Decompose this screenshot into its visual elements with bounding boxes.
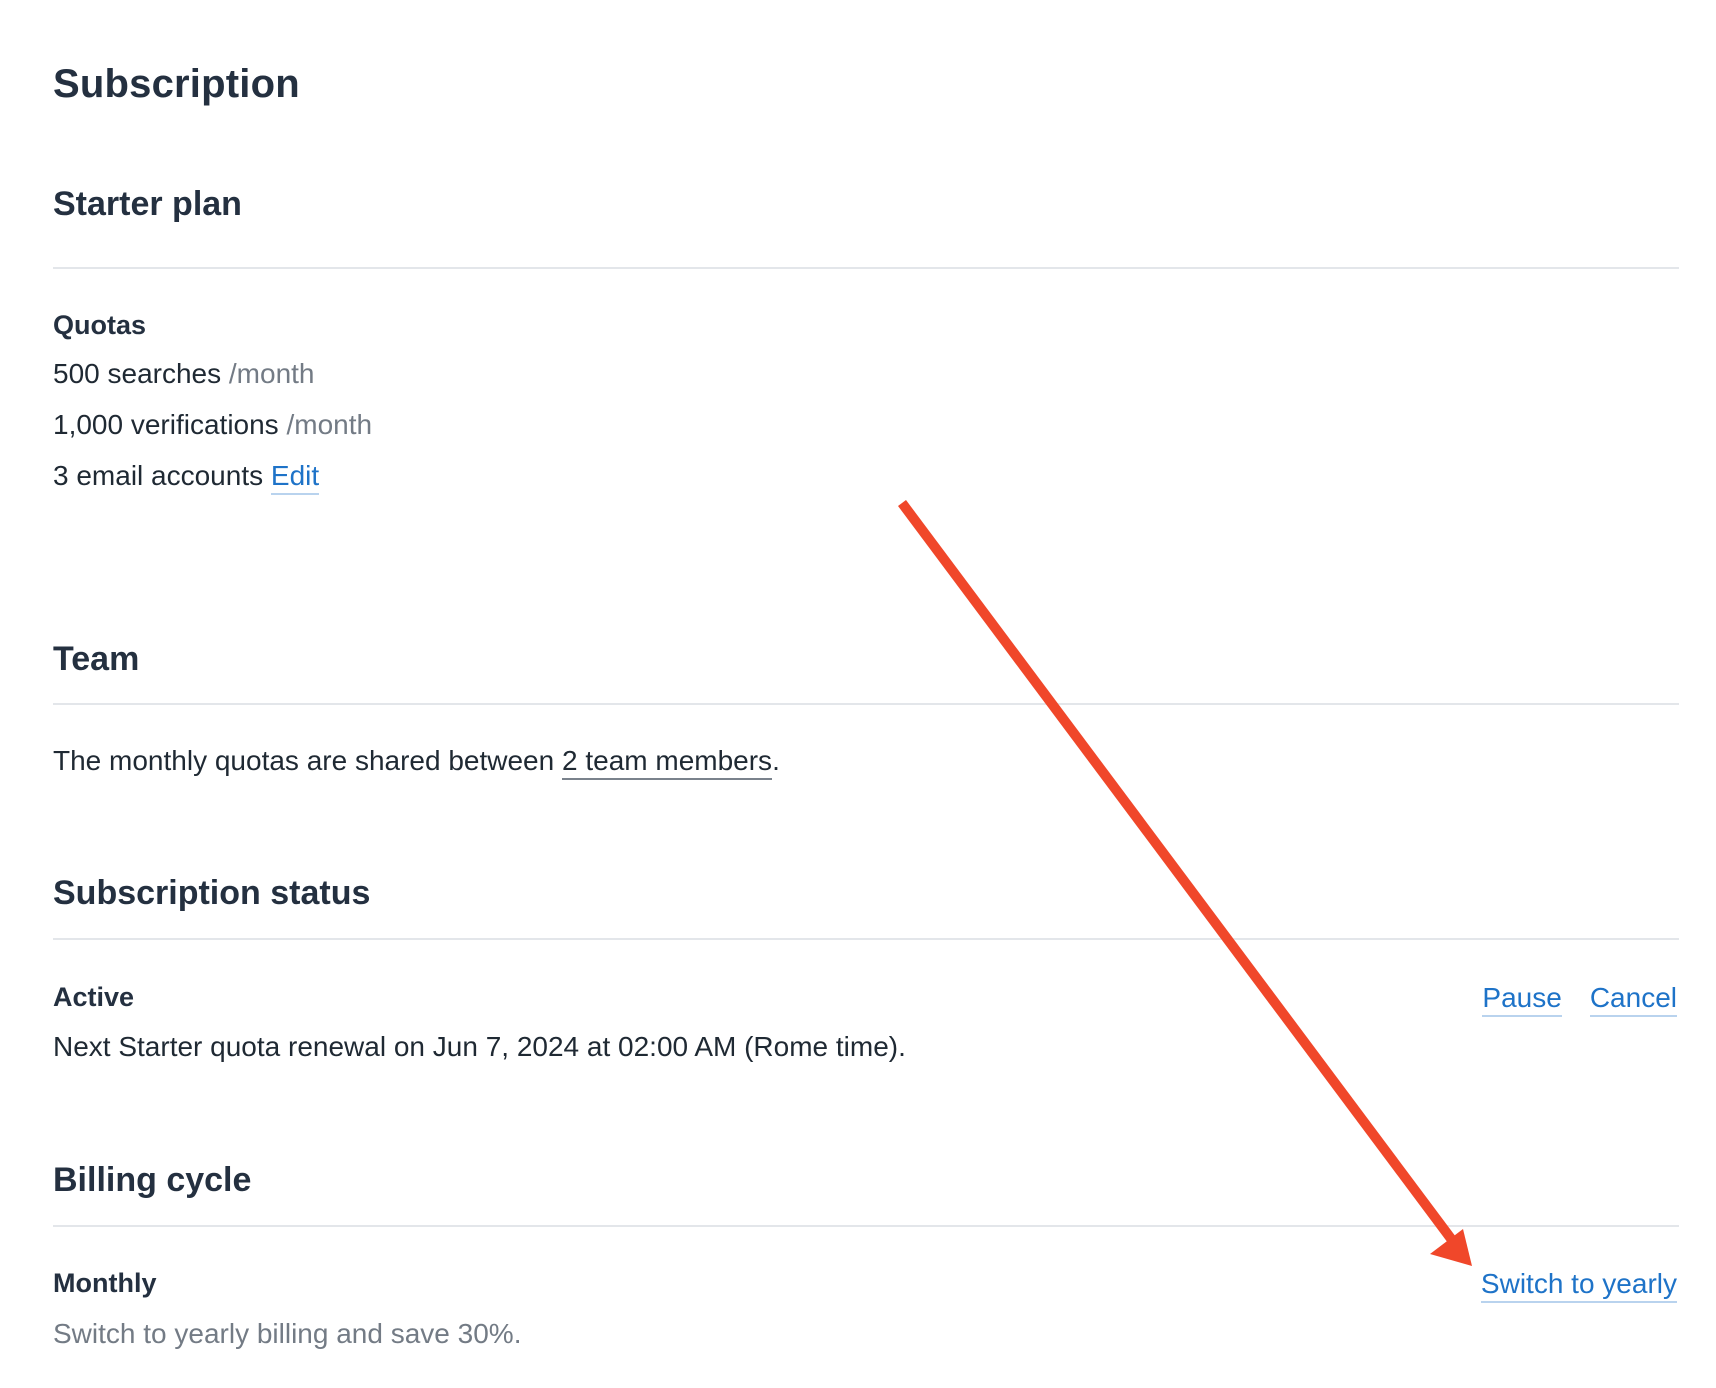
billing-cycle-divider — [53, 1225, 1679, 1227]
searches-quota-value: 500 searches — [53, 358, 222, 389]
searches-quota-unit: /month — [228, 358, 315, 389]
searches-quota: 500 searches /month — [53, 358, 315, 390]
starter-plan-divider — [53, 267, 1679, 269]
team-text-after: . — [772, 745, 780, 776]
edit-email-accounts-link[interactable]: Edit — [270, 460, 320, 495]
verifications-quota-unit: /month — [286, 409, 373, 440]
team-members-link[interactable]: 2 team members — [561, 745, 773, 780]
email-accounts-value: 3 email accounts — [53, 460, 264, 491]
page-title: Subscription — [53, 62, 300, 106]
status-actions: Pause Cancel — [1482, 982, 1677, 1017]
cancel-link[interactable]: Cancel — [1589, 982, 1677, 1017]
team-description: The monthly quotas are shared between 2 … — [53, 745, 780, 780]
billing-actions: Switch to yearly — [1480, 1268, 1677, 1303]
team-divider — [53, 703, 1679, 705]
annotation-arrow-icon — [897, 500, 1472, 1266]
verifications-quota-value: 1,000 verifications — [53, 409, 279, 440]
renewal-text: Next Starter quota renewal on Jun 7, 202… — [53, 1031, 906, 1062]
starter-plan-heading: Starter plan — [53, 185, 242, 223]
quotas-label: Quotas — [53, 310, 147, 340]
switch-to-yearly-link[interactable]: Switch to yearly — [1480, 1268, 1677, 1303]
billing-hint: Switch to yearly billing and save 30%. — [53, 1318, 522, 1349]
billing-cycle-heading: Billing cycle — [53, 1161, 252, 1199]
pause-link[interactable]: Pause — [1482, 982, 1562, 1017]
billing-cycle-value: Monthly — [53, 1268, 157, 1298]
status-state: Active — [53, 982, 135, 1012]
subscription-status-heading: Subscription status — [53, 874, 371, 912]
team-text-before: The monthly quotas are shared between — [53, 745, 562, 776]
team-heading: Team — [53, 640, 140, 678]
subscription-status-divider — [53, 938, 1679, 940]
verifications-quota: 1,000 verifications /month — [53, 409, 372, 441]
email-accounts-quota: 3 email accounts Edit — [53, 460, 320, 495]
